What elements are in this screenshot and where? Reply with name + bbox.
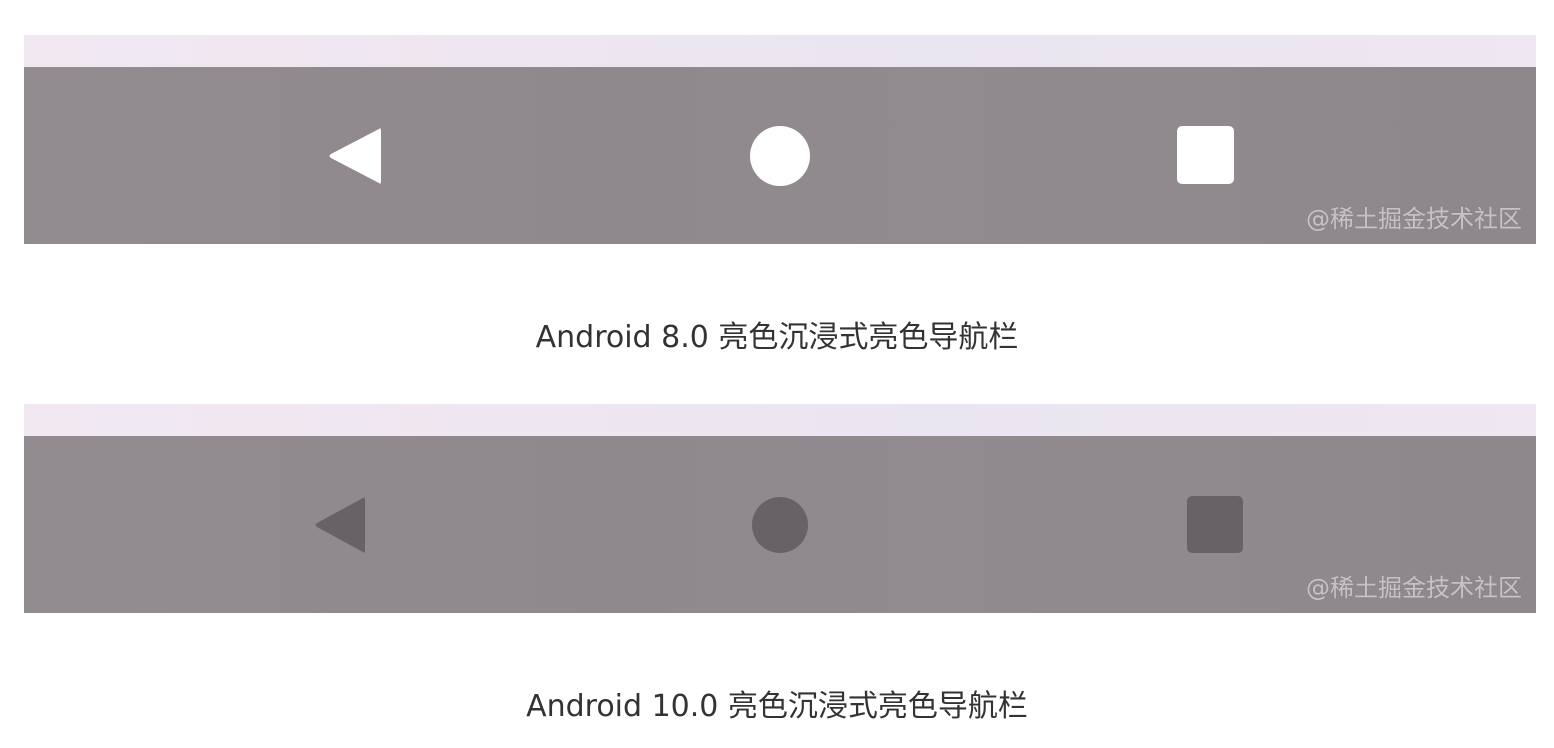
watermark-text: @稀土掘金技术社区 (1306, 205, 1522, 233)
navigation-bar: @稀土掘金技术社区 (24, 67, 1536, 244)
home-circle-icon[interactable] (750, 126, 810, 186)
status-bar (24, 35, 1536, 67)
recents-square-icon[interactable] (1177, 126, 1234, 184)
figure-caption: Android 10.0 亮色沉浸式亮色导航栏 (526, 689, 1028, 724)
recents-square-icon[interactable] (1187, 496, 1243, 553)
page: @稀土掘金技术社区 Android 8.0 亮色沉浸式亮色导航栏 @稀土掘金技术… (0, 0, 1554, 748)
figure-caption: Android 8.0 亮色沉浸式亮色导航栏 (535, 320, 1019, 355)
back-triangle-icon[interactable] (312, 494, 368, 556)
home-circle-icon[interactable] (752, 497, 808, 553)
screenshot-android-10: @稀土掘金技术社区 (24, 404, 1536, 613)
back-triangle-icon[interactable] (326, 125, 384, 187)
status-bar (24, 404, 1536, 436)
navigation-bar: @稀土掘金技术社区 (24, 436, 1536, 613)
screenshot-android-8: @稀土掘金技术社区 (24, 35, 1536, 244)
watermark-text: @稀土掘金技术社区 (1306, 574, 1522, 602)
